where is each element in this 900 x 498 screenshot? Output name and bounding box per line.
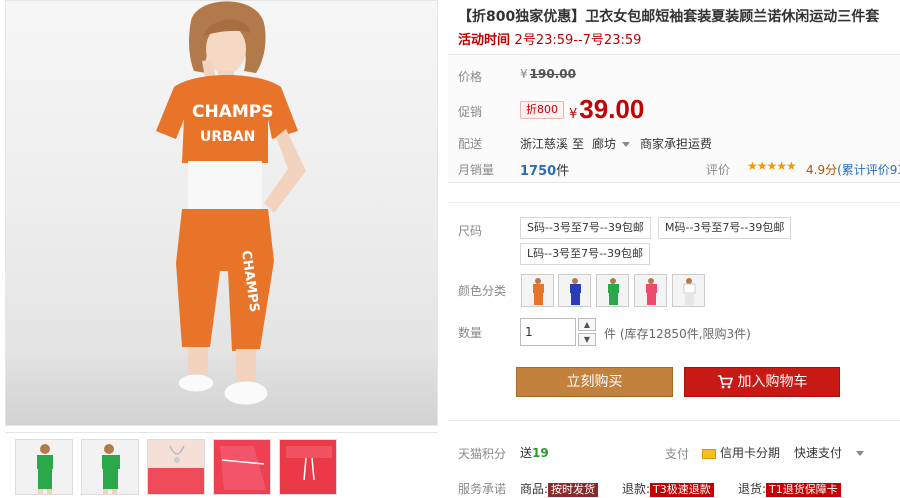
divider bbox=[448, 420, 900, 421]
svg-text:CHAMPS: CHAMPS bbox=[192, 102, 273, 122]
buy-now-button[interactable]: 立刻购买 bbox=[516, 367, 673, 397]
service-item-refund[interactable]: 退款: T3极速退款 bbox=[622, 480, 714, 497]
cart-icon bbox=[717, 375, 733, 389]
color-swatch-pink[interactable] bbox=[634, 274, 667, 307]
thumbnail-3[interactable] bbox=[147, 439, 205, 495]
currency-symbol: ¥ bbox=[520, 67, 528, 81]
stock-info: 件 (库存12850件,限购3件) bbox=[604, 325, 751, 342]
divider bbox=[448, 202, 900, 203]
chevron-down-icon bbox=[856, 451, 865, 456]
promo-price: ¥39.00 bbox=[569, 94, 644, 125]
points-value: 19 bbox=[532, 446, 549, 460]
thumbnail-2[interactable] bbox=[81, 439, 139, 495]
promo-badge: 折800 bbox=[520, 101, 564, 119]
product-title: 【折800独家优惠】卫衣女包邮短袖套装夏装顾兰诺休闲运动三件套 bbox=[458, 9, 880, 25]
quick-pay-label: 快速支付 bbox=[794, 446, 843, 460]
monthly-sales: 1750件 bbox=[520, 160, 569, 179]
rating-score: 4.9分 bbox=[806, 163, 838, 177]
credit-card-icon bbox=[702, 448, 716, 459]
color-swatch-orange[interactable] bbox=[521, 274, 554, 307]
add-to-cart-label: 加入购物车 bbox=[737, 374, 808, 390]
credit-card-label: 信用卡分期 bbox=[720, 446, 781, 460]
service-prefix: 退货: bbox=[738, 482, 767, 496]
thumbnail-4[interactable] bbox=[213, 439, 271, 495]
rating-summary[interactable]: 4.9分(累计评价93) bbox=[806, 161, 900, 178]
service-item-shipping[interactable]: 商品: 按时发货 bbox=[520, 480, 599, 497]
promo-price-value: 39.00 bbox=[579, 94, 645, 124]
model-illustration: CHAMPS URBAN CHAMPS bbox=[156, 1, 306, 406]
promo-time-value: 2号23:59--7号23:59 bbox=[514, 33, 642, 48]
color-swatch-white[interactable] bbox=[672, 274, 705, 307]
ship-to-word: 至 bbox=[572, 137, 585, 151]
monthly-sales-label: 月销量 bbox=[458, 163, 495, 177]
original-price: ¥190.00 bbox=[520, 67, 576, 81]
promo-price-label: 促销 bbox=[458, 105, 483, 119]
add-to-cart-button[interactable]: 加入购物车 bbox=[684, 367, 840, 397]
tmall-points: 送19 bbox=[520, 444, 549, 461]
quantity-down-icon[interactable]: ▼ bbox=[578, 333, 596, 346]
points-prefix: 送 bbox=[520, 446, 533, 460]
shipping-fee: 商家承担运费 bbox=[640, 137, 713, 151]
monthly-sales-unit: 件 bbox=[556, 164, 570, 179]
thumbnail-1[interactable] bbox=[15, 439, 73, 495]
thumbnail-5[interactable] bbox=[279, 439, 337, 495]
quick-pay[interactable]: 快速支付 bbox=[794, 444, 865, 461]
service-prefix: 退款: bbox=[622, 482, 651, 496]
size-option-m[interactable]: M码--3号至7号--39包邮 bbox=[658, 217, 792, 239]
rating-stars-icon: ★★★★★ bbox=[747, 159, 797, 173]
ship-from: 浙江慈溪 bbox=[520, 137, 569, 151]
quantity-up-icon[interactable]: ▲ bbox=[578, 318, 596, 331]
service-label: 服务承诺 bbox=[458, 482, 507, 496]
shipping-label: 配送 bbox=[458, 137, 483, 151]
ship-destination: 廊坊 bbox=[592, 137, 617, 151]
color-swatch-green[interactable] bbox=[596, 274, 629, 307]
tmall-points-label: 天猫积分 bbox=[458, 447, 507, 461]
quantity-label: 数量 bbox=[458, 326, 483, 340]
promo-time-row: 活动时间 2号23:59--7号23:59 bbox=[458, 29, 641, 48]
review-label: 评价 bbox=[706, 163, 731, 177]
size-option-l[interactable]: L码--3号至7号--39包邮 bbox=[520, 243, 650, 265]
thumbnail-strip bbox=[5, 432, 438, 498]
svg-text:URBAN: URBAN bbox=[200, 129, 255, 145]
review-count: (累计评价93) bbox=[837, 163, 900, 177]
stock-text: (库存12850件,限购3件) bbox=[619, 327, 751, 341]
quantity-unit: 件 bbox=[604, 327, 617, 341]
credit-card-installment[interactable]: 信用卡分期 bbox=[702, 444, 780, 461]
size-option-s[interactable]: S码--3号至7号--39包邮 bbox=[520, 217, 651, 239]
main-product-image[interactable]: CHAMPS URBAN CHAMPS bbox=[5, 0, 438, 426]
service-tag: T3极速退款 bbox=[650, 483, 714, 497]
promo-currency: ¥ bbox=[569, 107, 578, 122]
service-prefix: 商品: bbox=[520, 482, 549, 496]
quantity-input[interactable] bbox=[520, 318, 576, 346]
monthly-sales-count: 1750 bbox=[520, 164, 557, 179]
promo-time-label: 活动时间 bbox=[458, 33, 511, 48]
color-label: 颜色分类 bbox=[458, 284, 507, 298]
payment-label: 支付 bbox=[665, 447, 690, 461]
price-label: 价格 bbox=[458, 70, 483, 84]
service-tag: T1退货保障卡 bbox=[766, 483, 841, 497]
original-price-value: 190.00 bbox=[529, 67, 576, 81]
chevron-down-icon bbox=[622, 142, 631, 147]
service-item-return[interactable]: 退货: T1退货保障卡 bbox=[738, 480, 841, 497]
service-tag: 按时发货 bbox=[548, 483, 599, 497]
size-label: 尺码 bbox=[458, 224, 483, 238]
color-swatch-blue[interactable] bbox=[558, 274, 591, 307]
ship-destination-select[interactable]: 廊坊 bbox=[592, 135, 631, 152]
